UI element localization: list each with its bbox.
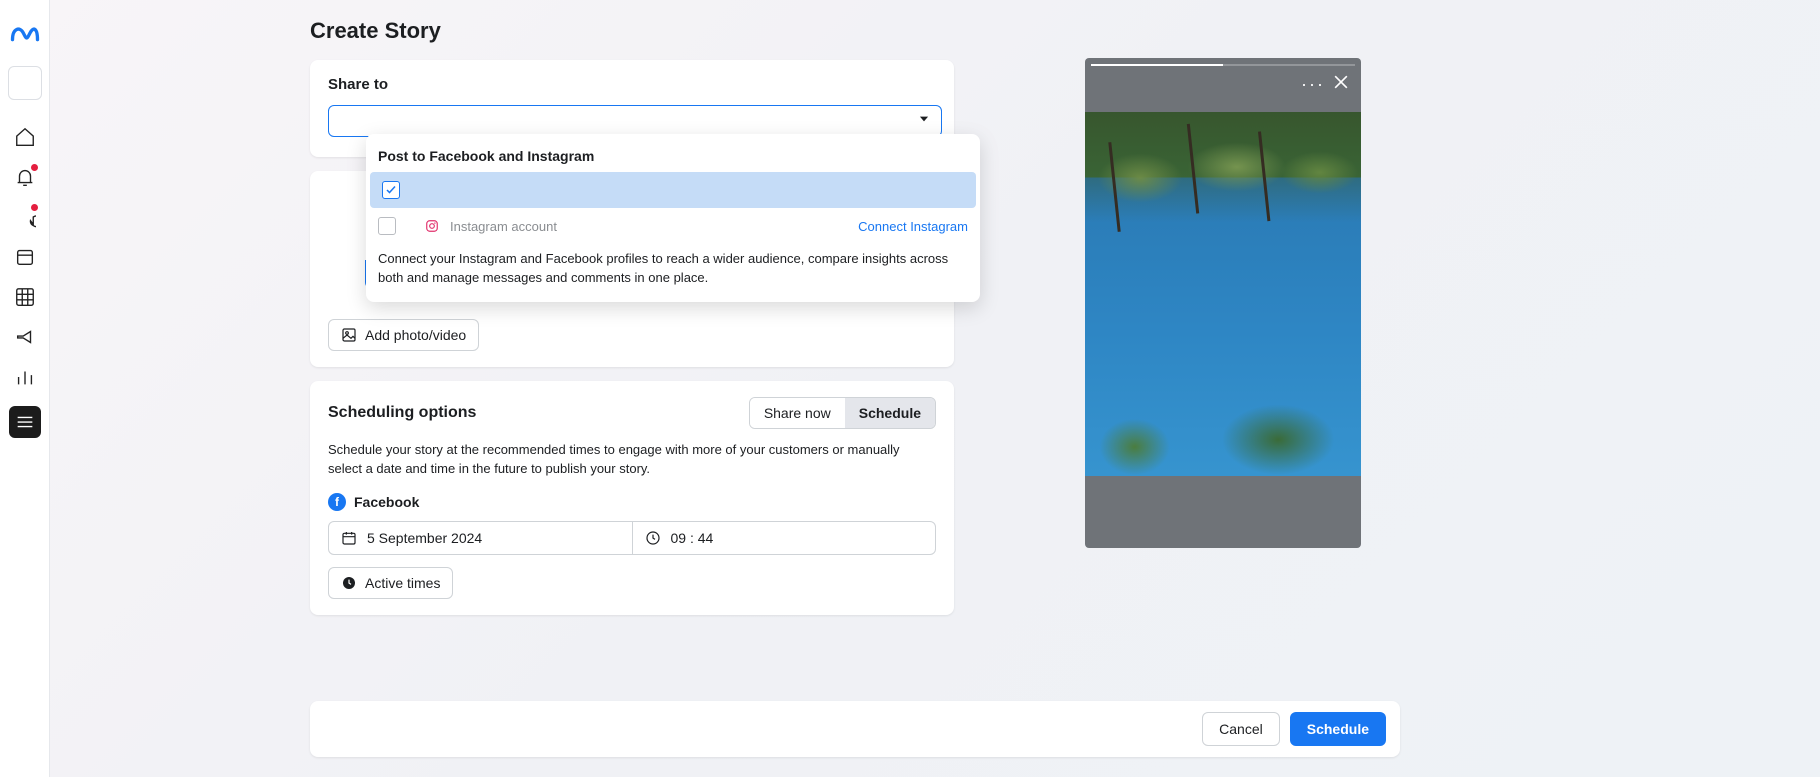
instagram-account-label: Instagram account (450, 219, 848, 234)
scheduling-description: Schedule your story at the recommended t… (328, 441, 936, 479)
content-icon[interactable] (14, 286, 36, 308)
close-icon[interactable] (1331, 72, 1351, 92)
time-input[interactable]: 09 : 44 (632, 522, 936, 554)
share-to-label: Share to (328, 76, 936, 93)
checkbox-unchecked-icon[interactable] (378, 217, 396, 235)
preview-image (1085, 112, 1361, 476)
calendar-icon (341, 530, 357, 546)
progress-fill (1091, 64, 1223, 66)
share-to-select[interactable] (328, 105, 942, 137)
story-preview: ··· (1085, 58, 1361, 548)
more-icon[interactable]: ··· (1301, 74, 1325, 95)
facebook-label: Facebook (354, 494, 419, 510)
insights-icon[interactable] (14, 366, 36, 388)
page-title: Create Story (310, 18, 1820, 44)
facebook-icon: f (328, 493, 346, 511)
scheduling-card: Scheduling options Share now Schedule Sc… (310, 381, 954, 615)
scheduling-title: Scheduling options (328, 404, 476, 422)
dropdown-description: Connect your Instagram and Facebook prof… (366, 244, 980, 288)
notification-dot (31, 164, 38, 171)
clock-filled-icon (341, 575, 357, 591)
schedule-toggle: Share now Schedule (749, 397, 936, 429)
date-input[interactable]: 5 September 2024 (329, 522, 632, 554)
footer-bar: Cancel Schedule (310, 701, 1400, 757)
dropdown-option-instagram[interactable]: Instagram account Connect Instagram (366, 208, 980, 244)
planner-icon[interactable] (14, 246, 36, 268)
instagram-icon (424, 218, 440, 234)
time-value: 09 : 44 (671, 530, 714, 546)
active-times-label: Active times (365, 575, 440, 591)
all-tools-icon[interactable] (9, 406, 41, 438)
dropdown-option-facebook[interactable] (370, 172, 976, 208)
share-to-dropdown: Post to Facebook and Instagram Instagram… (366, 134, 980, 302)
share-now-button[interactable]: Share now (750, 398, 845, 428)
profile-switcher[interactable] (8, 66, 42, 100)
message-dot (31, 204, 38, 211)
progress-bar (1091, 64, 1355, 66)
facebook-schedule-row: f Facebook (328, 493, 936, 511)
connect-instagram-link[interactable]: Connect Instagram (858, 219, 968, 234)
datetime-inputs: 5 September 2024 09 : 44 (328, 521, 936, 555)
cancel-button[interactable]: Cancel (1202, 712, 1280, 746)
chevron-down-icon (917, 112, 931, 131)
image-icon (341, 327, 357, 343)
clock-icon (645, 530, 661, 546)
date-value: 5 September 2024 (367, 530, 482, 546)
dropdown-header: Post to Facebook and Instagram (366, 144, 980, 172)
ads-icon[interactable] (14, 326, 36, 348)
main-content: Create Story Share to Post to Facebook a… (50, 0, 1820, 777)
meta-logo-icon (10, 18, 40, 48)
add-photo-video-label: Add photo/video (365, 327, 466, 343)
checkbox-checked-icon[interactable] (382, 181, 400, 199)
active-times-button[interactable]: Active times (328, 567, 453, 599)
home-icon[interactable] (14, 126, 36, 148)
left-sidebar (0, 0, 50, 777)
messages-icon[interactable] (14, 206, 36, 228)
add-photo-video-button[interactable]: Add photo/video (328, 319, 479, 351)
schedule-button[interactable]: Schedule (1290, 712, 1386, 746)
schedule-toggle-button[interactable]: Schedule (845, 398, 935, 428)
notifications-icon[interactable] (14, 166, 36, 188)
